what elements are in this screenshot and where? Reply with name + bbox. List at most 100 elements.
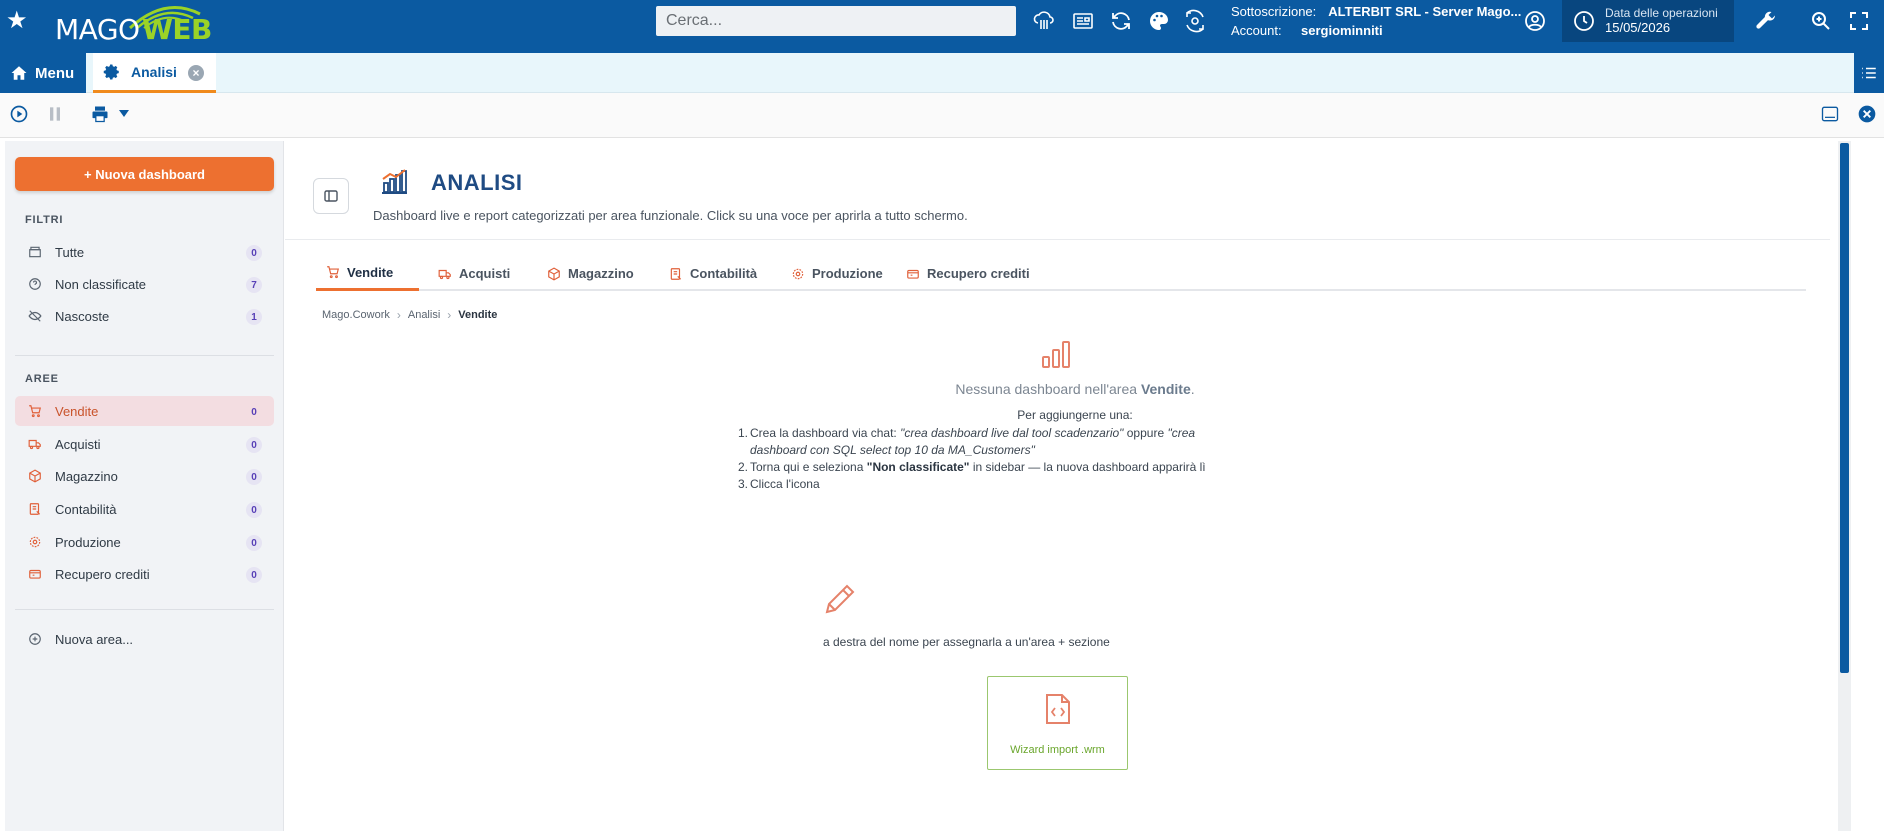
close-tab-icon[interactable]: × <box>188 65 204 81</box>
sidebar-filter-non-classificate[interactable]: Non classificate 7 <box>15 269 274 299</box>
tab-label: Acquisti <box>459 266 511 281</box>
howto-steps: 1. Crea la dashboard via chat: "crea das… <box>738 425 1208 493</box>
count-badge: 0 <box>246 567 262 583</box>
plus-circle-icon <box>27 631 43 647</box>
tab-label: Produzione <box>812 266 883 281</box>
refresh-icon[interactable] <box>1108 8 1134 34</box>
wallet-icon <box>907 269 919 279</box>
step-text: oppure <box>1123 426 1168 440</box>
tab-contabilita[interactable]: Contabilità <box>659 256 767 291</box>
wizard-import-button[interactable]: Wizard import .wrm <box>987 676 1128 770</box>
empty-state-message: Nessuna dashboard nell'area Vendite. <box>825 381 1325 397</box>
account-label: Account: <box>1231 23 1282 38</box>
count-badge: 1 <box>246 309 262 325</box>
cart-icon <box>327 266 339 279</box>
document-tab-bar: Menu Analisi × <box>0 53 1884 93</box>
areas-section-title: AREE <box>25 373 59 385</box>
gear-icon <box>103 64 119 79</box>
toggle-sidebar-button[interactable] <box>313 178 349 214</box>
cog-icon <box>27 534 43 550</box>
breadcrumb-current: Vendite <box>458 309 498 321</box>
new-area-button[interactable]: Nuova area... <box>15 624 274 654</box>
new-dashboard-button[interactable]: + Nuova dashboard <box>15 157 274 191</box>
page-title: ANALISI <box>431 170 523 195</box>
sidebar-area-label: Contabilità <box>55 501 117 517</box>
scrollbar-thumb[interactable] <box>1840 143 1849 673</box>
zoom-icon[interactable] <box>1808 8 1834 34</box>
sidebar-filter-label: Non classificate <box>55 276 147 292</box>
question-icon <box>27 276 43 292</box>
howto-heading: Per aggiungerne una: <box>1017 408 1133 422</box>
close-document-icon[interactable] <box>1857 104 1877 124</box>
step-number: 2. <box>738 460 749 474</box>
package-icon <box>548 266 560 281</box>
tab-label: Contabilità <box>690 266 758 281</box>
vertical-scrollbar[interactable] <box>1838 141 1851 831</box>
play-icon[interactable] <box>9 104 29 124</box>
favorites-star-icon[interactable]: ★ <box>6 9 30 33</box>
count-badge: 0 <box>246 437 262 453</box>
chevron-right-icon: › <box>396 308 401 322</box>
chevron-right-icon: › <box>447 308 452 322</box>
step-3: 3. Clicca l'icona <box>738 476 1208 493</box>
print-icon[interactable] <box>90 104 110 124</box>
palette-icon[interactable] <box>1146 8 1172 34</box>
count-badge: 0 <box>246 469 262 485</box>
sidebar-filter-tutte[interactable]: Tutte 0 <box>15 237 274 267</box>
step-number: 1. <box>738 426 749 440</box>
breadcrumb: Mago.Cowork › Analisi › Vendite <box>322 308 497 322</box>
menu-button[interactable]: Menu <box>0 53 86 93</box>
count-badge: 0 <box>246 535 262 551</box>
pause-icon[interactable] <box>45 104 65 124</box>
sidebar-area-recupero-crediti[interactable]: Recupero crediti 0 <box>15 559 274 589</box>
count-badge: 0 <box>246 404 262 420</box>
step-text: Torna qui e seleziona <box>750 460 867 474</box>
divider <box>15 355 274 356</box>
subscription-label: Sottoscrizione: <box>1231 4 1317 19</box>
sidebar-filter-nascoste[interactable]: Nascoste 1 <box>15 301 274 331</box>
bar-chart-icon <box>1042 341 1070 368</box>
empty-msg-prefix: Nessuna dashboard nell'area <box>955 381 1141 397</box>
news-icon[interactable] <box>1070 8 1096 34</box>
count-badge: 7 <box>246 277 262 293</box>
tab-produzione[interactable]: Produzione <box>781 256 893 291</box>
print-dropdown-icon[interactable] <box>119 110 129 118</box>
menu-label: Menu <box>35 64 75 82</box>
fullscreen-icon[interactable] <box>1846 8 1872 34</box>
user-avatar-icon[interactable] <box>1522 8 1548 34</box>
sidebar-area-label: Magazzino <box>55 468 118 484</box>
sidebar-area-acquisti[interactable]: Acquisti 0 <box>15 429 274 459</box>
tab-analisi[interactable]: Analisi × <box>93 53 216 93</box>
home-icon <box>11 66 27 80</box>
operations-date[interactable]: Data delle operazioni 15/05/2026 <box>1562 0 1734 42</box>
tab-analisi-label: Analisi <box>131 63 177 80</box>
cloud-sync-icon[interactable] <box>1031 8 1057 34</box>
sidebar-area-label: Recupero crediti <box>55 566 150 582</box>
tab-list-icon[interactable] <box>1854 53 1884 93</box>
tab-label: Vendite <box>347 264 394 280</box>
tab-magazzino[interactable]: Magazzino <box>537 256 644 291</box>
truck-icon <box>27 436 43 452</box>
breadcrumb-item[interactable]: Analisi <box>408 309 440 321</box>
global-search-input[interactable] <box>656 6 1016 36</box>
sidebar-area-vendite[interactable]: Vendite 0 <box>15 396 274 426</box>
breadcrumb-item[interactable]: Mago.Cowork <box>322 309 390 321</box>
settings-refresh-icon[interactable] <box>1182 8 1208 34</box>
tab-acquisti[interactable]: Acquisti <box>428 256 520 291</box>
wrench-icon[interactable] <box>1753 8 1779 34</box>
wizard-import-label: Wizard import .wrm <box>1010 744 1105 756</box>
account-value: sergiominniti <box>1301 23 1383 38</box>
cart-icon <box>27 403 43 419</box>
tab-vendite[interactable]: Vendite <box>316 256 419 291</box>
wallet-icon <box>27 566 43 582</box>
page-subtitle: Dashboard live e report categorizzati pe… <box>373 208 968 223</box>
analytics-icon <box>382 169 407 194</box>
sidebar-area-label: Vendite <box>55 403 99 419</box>
sidebar-area-contabilita[interactable]: Contabilità 0 <box>15 494 274 524</box>
ledger-icon <box>27 501 43 517</box>
sidebar-area-produzione[interactable]: Produzione 0 <box>15 527 274 557</box>
ocr-icon[interactable] <box>1820 104 1840 124</box>
ledger-icon <box>670 267 682 280</box>
sidebar-area-magazzino[interactable]: Magazzino 0 <box>15 461 274 491</box>
tab-recupero-crediti[interactable]: Recupero crediti <box>896 256 1040 291</box>
